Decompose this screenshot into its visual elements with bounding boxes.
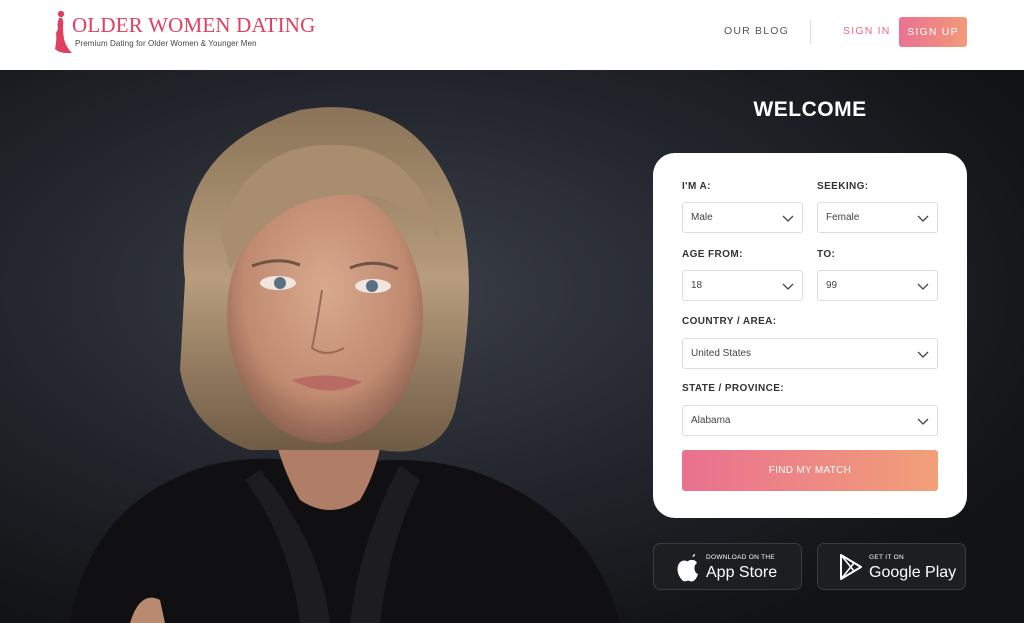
logo-subtitle: Premium Dating for Older Women & Younger… — [75, 39, 257, 48]
chevron-down-icon — [782, 283, 794, 290]
country-value: United States — [691, 348, 752, 359]
search-form-card: I'M A: Male SEEKING: Female AGE FROM: 18… — [653, 153, 967, 518]
seeking-value: Female — [826, 212, 860, 223]
site-header: OLDER WOMEN DATING Premium Dating for Ol… — [0, 0, 1024, 70]
google-play-text: Google Play — [869, 564, 957, 581]
country-select[interactable]: United States — [682, 338, 938, 369]
age-to-value: 99 — [826, 280, 838, 291]
chevron-down-icon — [917, 215, 929, 222]
app-store-text: App Store — [706, 564, 778, 581]
state-select[interactable]: Alabama — [682, 405, 938, 436]
chevron-down-icon — [917, 283, 929, 290]
welcome-heading: WELCOME — [753, 98, 867, 121]
app-store-small-text: DOWNLOAD ON THE — [706, 554, 776, 561]
hero-woman-photo — [70, 107, 620, 623]
sign-up-button[interactable]: SIGN UP — [899, 17, 967, 47]
im-a-value: Male — [691, 212, 713, 223]
im-a-label: I'M A: — [682, 181, 711, 192]
seeking-label: SEEKING: — [817, 181, 869, 192]
nav-divider — [810, 20, 811, 44]
apple-icon — [677, 554, 698, 582]
seeking-select[interactable]: Female — [817, 202, 938, 233]
google-play-badge[interactable]: GET IT ON Google Play — [817, 543, 966, 590]
state-label: STATE / PROVINCE: — [682, 383, 784, 394]
app-store-badge[interactable]: DOWNLOAD ON THE App Store — [653, 543, 802, 590]
site-logo[interactable]: OLDER WOMEN DATING Premium Dating for Ol… — [52, 9, 315, 55]
chevron-down-icon — [917, 351, 929, 358]
nav-our-blog-link[interactable]: OUR BLOG — [724, 25, 789, 37]
state-value: Alabama — [691, 415, 731, 426]
age-from-label: AGE FROM: — [682, 249, 743, 260]
find-my-match-button[interactable]: FIND MY MATCH — [682, 450, 938, 491]
age-from-select[interactable]: 18 — [682, 270, 803, 301]
age-to-select[interactable]: 99 — [817, 270, 938, 301]
chevron-down-icon — [782, 215, 794, 222]
age-from-value: 18 — [691, 280, 703, 291]
country-label: COUNTRY / AREA: — [682, 316, 777, 327]
google-play-small-text: GET IT ON — [869, 554, 904, 561]
google-play-icon — [840, 554, 862, 580]
im-a-select[interactable]: Male — [682, 202, 803, 233]
nav-sign-in-link[interactable]: SIGN IN — [843, 25, 891, 37]
age-to-label: TO: — [817, 249, 836, 260]
chevron-down-icon — [917, 418, 929, 425]
logo-title: OLDER WOMEN DATING — [72, 13, 316, 37]
